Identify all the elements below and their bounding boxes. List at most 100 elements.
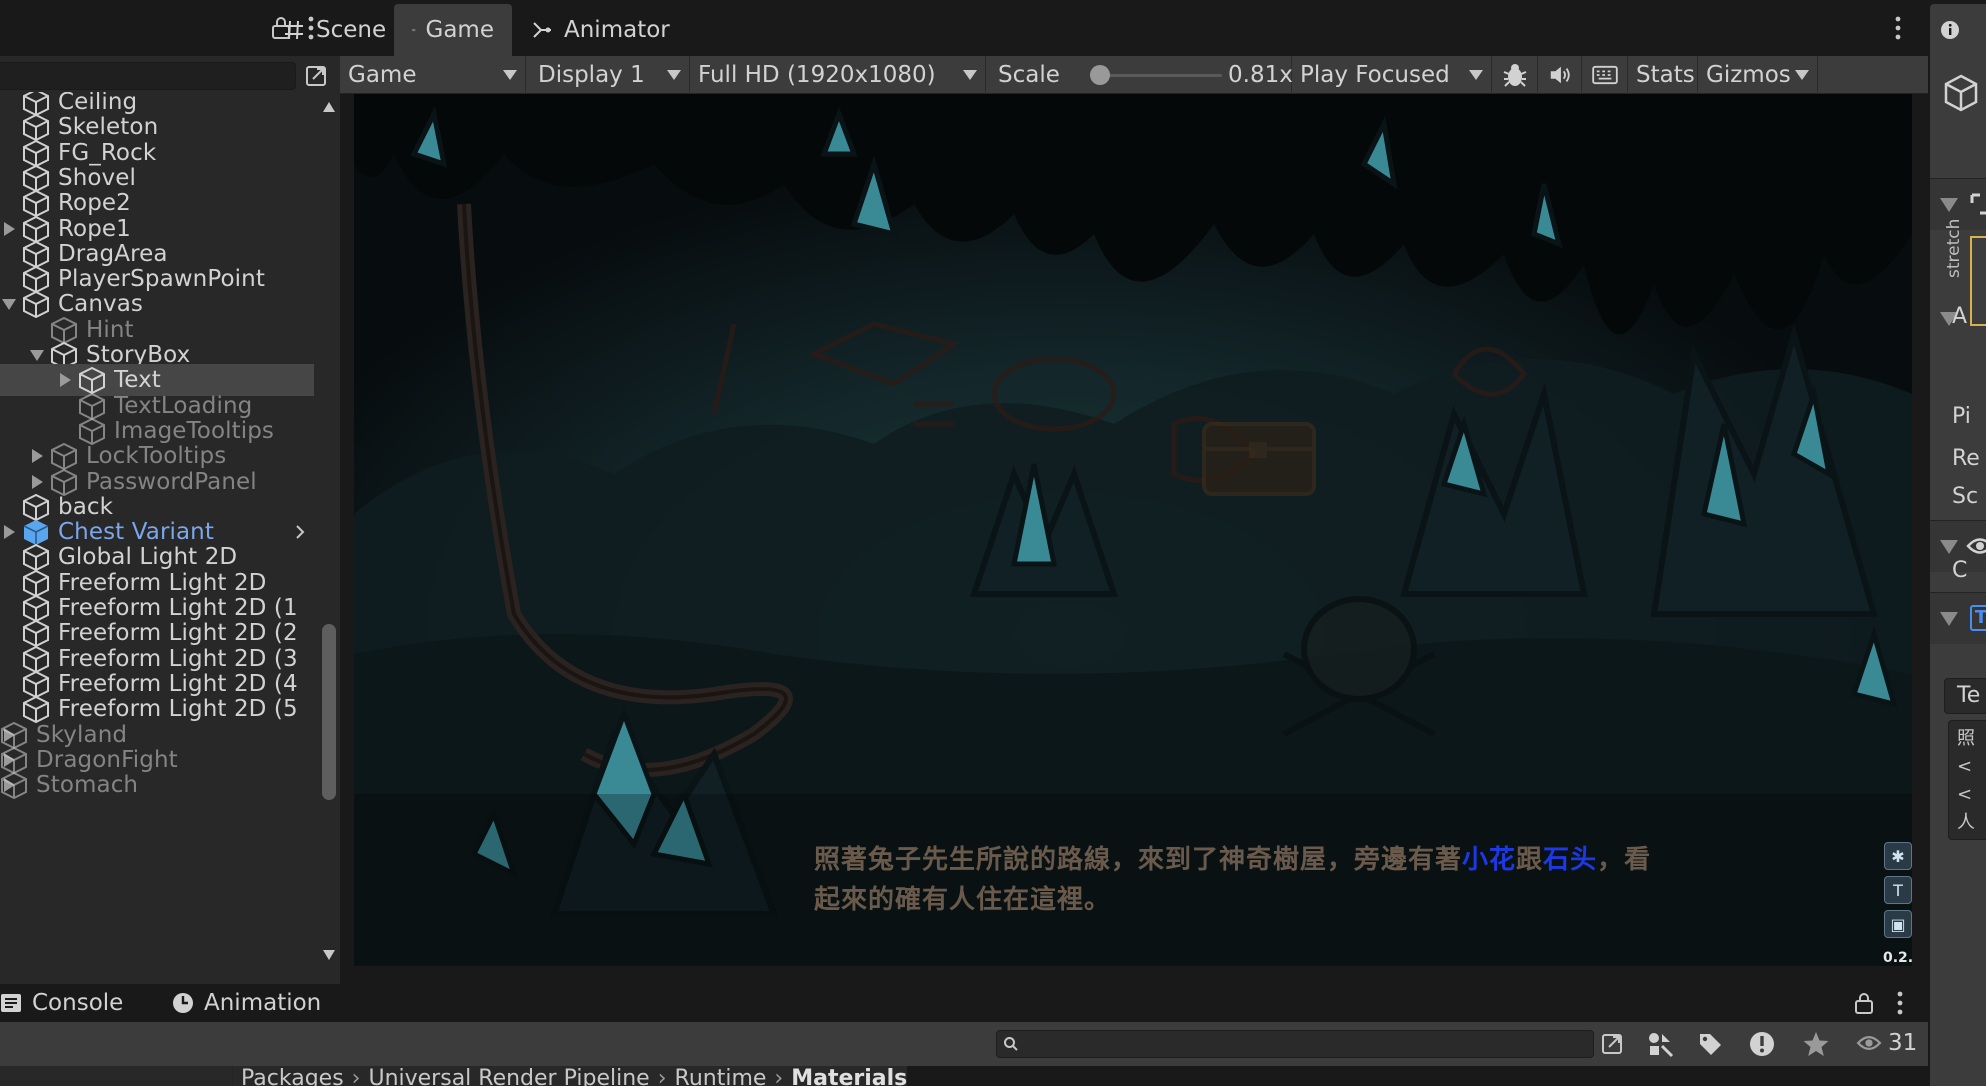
scroll-down-icon[interactable] (323, 950, 335, 960)
hierarchy-search-input[interactable] (0, 62, 296, 90)
hierarchy-search-bar (0, 56, 340, 94)
project-search-input[interactable] (996, 1030, 1594, 1058)
search-popout-icon[interactable] (302, 62, 332, 90)
filter-by-label-icon[interactable] (1696, 1030, 1724, 1058)
story-subtitle: 照著兔子先生所說的路線，來到了神奇樹屋，旁邊有著小花跟石头，看 起來的確有人住在… (814, 840, 1714, 920)
bottom-tab-bar: Console Animation (0, 984, 1928, 1022)
gizmos-label: Gizmos (1706, 62, 1791, 88)
subtitle-part1: 照著兔子先生所說的路線，來到了神奇樹屋，旁邊有著 (814, 845, 1463, 875)
overlay-text-button[interactable]: T (1884, 876, 1912, 904)
inspector-panel: stretch A Pi Re Sc C T Te 照 < < 人 (1928, 0, 1986, 1086)
tab-animator-label: Animator (564, 17, 670, 43)
breadcrumb-separator-icon: › (351, 1066, 361, 1086)
filter-by-type-icon[interactable] (1646, 1030, 1674, 1058)
breadcrumb-separator-icon: › (774, 1066, 784, 1086)
grid-icon (285, 20, 303, 40)
tab-animation[interactable]: Animation (172, 984, 321, 1022)
hierarchy-item[interactable]: Stomach (0, 769, 318, 801)
gameobject-cube-icon (1, 771, 27, 799)
scale-label: Scale (998, 62, 1060, 88)
breadcrumb-item-current[interactable]: Materials (791, 1066, 907, 1086)
project-console-panel: Console Animation 31 Packages › Universa… (0, 984, 1928, 1086)
gameobject-cube-icon (1944, 74, 1978, 112)
text-preview-line-4: 人 (1957, 812, 1975, 833)
chevron-down-icon (963, 70, 977, 80)
display-dropdown[interactable]: Display 1 (526, 56, 690, 94)
tab-animator[interactable]: Animator (512, 4, 688, 56)
game-mode-dropdown[interactable]: Game (340, 56, 526, 94)
search-popout-icon[interactable] (1598, 1030, 1628, 1058)
log-type-icon[interactable] (1748, 1030, 1776, 1058)
version-label: 0.2.3 (1883, 950, 1912, 966)
rect-transform-icon (1970, 193, 1986, 215)
inspector-label-sc: Sc (1952, 484, 1979, 509)
fold-down-icon (1940, 198, 1958, 212)
hierarchy-scrollbar[interactable] (318, 92, 340, 972)
scroll-up-icon[interactable] (323, 102, 335, 112)
scrollbar-thumb[interactable] (322, 624, 336, 800)
lock-icon[interactable] (1854, 992, 1874, 1014)
stats-toggle[interactable]: Stats (1628, 56, 1698, 94)
breadcrumb-item[interactable]: Universal Render Pipeline (368, 1066, 649, 1086)
anchor-preset-widget[interactable] (1970, 236, 1986, 326)
kebab-menu-icon[interactable] (1894, 990, 1906, 1016)
subtitle-highlight-stone: 石头 (1543, 845, 1598, 875)
eye-icon (1856, 1035, 1882, 1051)
mute-audio-toggle[interactable] (1538, 56, 1582, 94)
view-tab-bar: Scene Game Animator (285, 0, 1928, 56)
resolution-dropdown[interactable]: Full HD (1920x1080) (690, 56, 986, 94)
project-folder-tree (0, 1066, 232, 1086)
gamepad-icon (412, 29, 416, 32)
hidden-packages-toggle[interactable]: 31 (1856, 1030, 1917, 1056)
game-render-viewport[interactable]: 照著兔子先生所說的路線，來到了神奇樹屋，旁邊有著小花跟石头，看 起來的確有人住在… (354, 94, 1912, 966)
overlay-settings-button[interactable]: ✱ (1884, 842, 1912, 870)
info-icon (1941, 21, 1959, 39)
tab-scene[interactable]: Scene (282, 4, 404, 56)
debug-overlay-buttons: ✱ T ▣ (1884, 842, 1912, 944)
overlay-camera-button[interactable]: ▣ (1884, 910, 1912, 938)
play-mode-value: Play Focused (1300, 62, 1450, 88)
inspector-text-component-header[interactable]: T (1930, 592, 1986, 644)
scale-control: Scale 0.81x (986, 56, 1293, 94)
hierarchy-item-label: Stomach (36, 772, 139, 798)
clock-icon (173, 993, 193, 1013)
inspector-label-pi: Pi (1952, 404, 1971, 429)
text-tab-button[interactable]: Te (1944, 678, 1986, 714)
chevron-down-icon (503, 70, 517, 80)
tab-scene-label: Scene (316, 17, 387, 43)
scale-slider-track[interactable] (1100, 74, 1222, 77)
scale-slider-thumb[interactable] (1090, 65, 1110, 85)
chevron-right-icon[interactable] (292, 524, 308, 540)
inspector-body: stretch A Pi Re Sc C T Te 照 < < 人 (1930, 56, 1986, 1086)
star-favorite-icon[interactable] (1802, 1030, 1830, 1058)
stats-label: Stats (1636, 62, 1695, 88)
breadcrumb-item[interactable]: Packages (241, 1066, 344, 1086)
breadcrumb-item[interactable]: Runtime (675, 1066, 767, 1086)
chevron-down-icon[interactable] (1795, 70, 1809, 80)
tab-console-label: Console (32, 990, 124, 1016)
game-mode-value: Game (348, 62, 417, 88)
project-toolbar: 31 (0, 1022, 1928, 1066)
hierarchy-tree: Ceiling Skeleton FG_Rock Shovel Rope2 Rope1 Dr… (0, 92, 318, 972)
breadcrumb-separator-icon: › (657, 1066, 667, 1086)
subtitle-part2: ，看 (1597, 845, 1652, 875)
animator-icon (533, 22, 551, 38)
resolution-value: Full HD (1920x1080) (698, 62, 936, 88)
inspector-tab[interactable] (1930, 4, 1986, 56)
inspector-label-te: Te (1957, 683, 1981, 708)
speaker-icon (1550, 66, 1570, 84)
chevron-down-icon (667, 70, 681, 80)
anchor-stretch-label: stretch (1944, 218, 1964, 278)
tab-console[interactable]: Console (0, 984, 123, 1022)
gizmos-toggle[interactable]: Gizmos (1698, 56, 1818, 94)
keyboard-icon (1591, 65, 1618, 85)
kebab-menu-icon[interactable] (1892, 14, 1904, 42)
chevron-down-icon (1469, 70, 1483, 80)
text-content-field[interactable]: 照 < < 人 (1948, 720, 1986, 840)
inspector-label-a: A (1952, 304, 1968, 329)
play-mode-dropdown[interactable]: Play Focused (1292, 56, 1492, 94)
debug-toggle[interactable] (1492, 56, 1538, 94)
tab-game[interactable]: Game (394, 4, 512, 56)
shortcuts-toggle[interactable] (1582, 56, 1628, 94)
console-icon (1, 994, 21, 1012)
